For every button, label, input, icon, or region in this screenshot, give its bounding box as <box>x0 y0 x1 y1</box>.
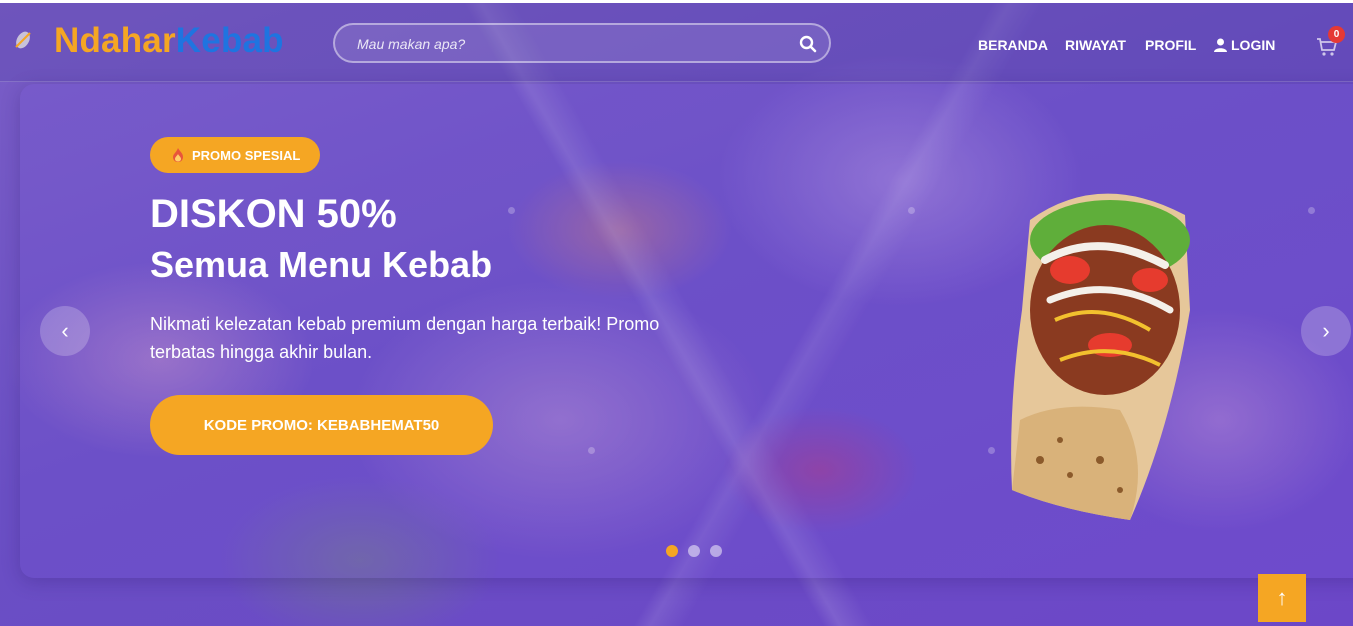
login-button[interactable]: LOGIN <box>1214 37 1275 53</box>
brand-name-part2: Kebab <box>175 21 284 60</box>
decor-dot <box>508 207 515 214</box>
carousel-dot-1[interactable] <box>666 545 678 557</box>
hero-title: DISKON 50% <box>150 192 397 236</box>
nav-profil[interactable]: PROFIL <box>1145 37 1196 53</box>
back-to-top-button[interactable]: ↑ <box>1258 574 1306 622</box>
login-label: LOGIN <box>1231 37 1276 53</box>
decor-dot <box>908 207 915 214</box>
promo-code-button[interactable]: KODE PROMO: KEBABHEMAT50 <box>150 395 493 455</box>
chevron-right-icon: › <box>1322 318 1330 343</box>
carousel-dot-3[interactable] <box>710 545 722 557</box>
arrow-up-icon: ↑ <box>1276 585 1288 610</box>
decor-dot <box>988 447 995 454</box>
nav-beranda[interactable]: BERANDA <box>978 37 1048 53</box>
nav-riwayat[interactable]: RIWAYAT <box>1065 37 1126 53</box>
kebab-image <box>1011 193 1190 520</box>
promo-badge: PROMO SPESIAL <box>150 137 321 173</box>
hero-description: Nikmati kelezatan kebab premium dengan h… <box>150 314 660 362</box>
search-input[interactable] <box>355 33 779 55</box>
logo-icon <box>15 31 31 49</box>
carousel-next-button[interactable]: › <box>1301 306 1351 356</box>
brand-name-part1: Ndahar <box>54 21 176 60</box>
hero-subtitle: Semua Menu Kebab <box>150 244 493 285</box>
promo-badge-label: PROMO SPESIAL <box>192 147 301 163</box>
carousel-dot-2[interactable] <box>688 545 700 557</box>
search-box <box>333 23 831 63</box>
search-icon[interactable] <box>799 35 817 53</box>
fire-icon <box>173 148 183 162</box>
user-icon <box>1214 38 1227 52</box>
carousel-prev-button[interactable]: ‹ <box>40 306 90 356</box>
decor-dot <box>1308 207 1315 214</box>
carousel-indicators <box>666 545 722 557</box>
navbar: NdaharKebab BERANDA RIWAYAT PROFIL LOGIN… <box>0 0 1353 82</box>
chevron-left-icon: ‹ <box>61 318 69 343</box>
cart-count-badge: 0 <box>1328 26 1345 43</box>
decor-dot <box>588 447 595 454</box>
brand-logo[interactable]: NdaharKebab <box>54 21 284 61</box>
